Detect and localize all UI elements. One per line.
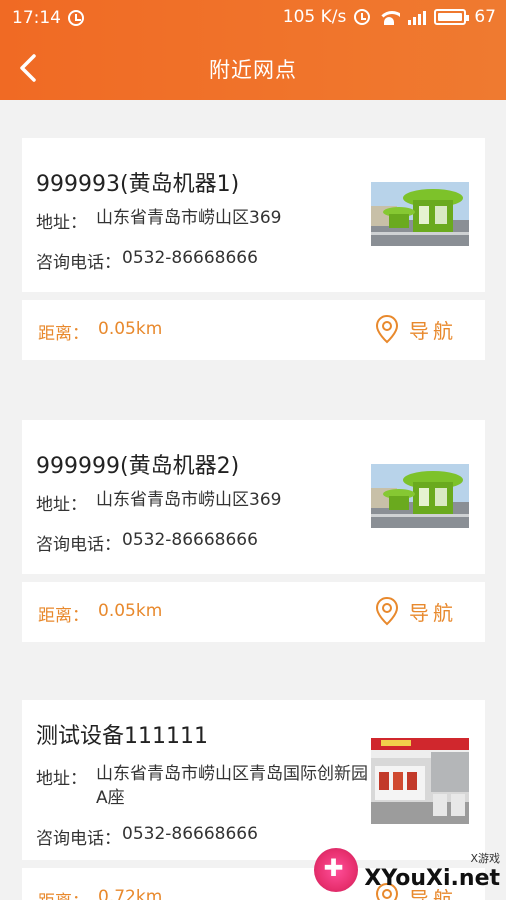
alarm-icon [354,9,371,25]
watermark: X游戏 XYouXi.net [314,848,500,892]
station-address: 山东省青岛市崂山区369 [96,490,282,510]
distance-label: 距离： [38,887,89,900]
address-label: 地址： [36,769,87,789]
navigate-button[interactable]: 导航 [375,314,457,344]
station-card[interactable]: 999999(黄岛机器2) 地址： 山东省青岛市崂山区369 咨询电话： 053… [22,420,485,574]
battery-icon [434,9,470,25]
page-title: 附近网点 [209,58,297,82]
status-bar: 17:14 105 K/s 67 [0,0,506,36]
green-kiosk-photo [371,464,469,528]
distance-value: 0.05km [98,319,163,339]
station-name: 999993(黄岛机器1) [36,172,240,197]
signal-icon [408,9,427,25]
station-footer: 距离： 0.05km 导航 [22,300,485,360]
distance-label: 距离： [38,606,89,626]
watermark-logo-icon [314,848,359,892]
battery-level: 67 [474,7,496,27]
station-phone[interactable]: 0532-86668666 [122,530,258,550]
address-label: 地址： [36,213,87,233]
address-label: 地址： [36,495,87,515]
navigate-button[interactable]: 导航 [375,596,457,626]
phone-label: 咨询电话： [36,829,121,849]
distance-value: 0.05km [98,601,163,621]
network-speed: 105 K/s [282,7,347,27]
navigate-label: 导航 [409,600,457,625]
distance-label: 距离： [38,324,89,344]
watermark-small-text: X游戏 [470,851,500,865]
location-pin-icon [375,314,399,344]
status-time: 17:14 [12,8,61,28]
gas-station-photo [371,738,469,824]
station-address: 山东省青岛市崂山区青岛国际创新园A座 [96,764,368,808]
station-footer: 距离： 0.05km 导航 [22,582,485,642]
watermark-big-text: XYouXi.net [364,865,500,891]
station-name: 测试设备111111 [36,724,208,749]
station-phone[interactable]: 0532-86668666 [122,248,258,268]
clock-icon [68,10,84,26]
distance-value: 0.72km [98,887,163,900]
station-card[interactable]: 测试设备111111 地址： 山东省青岛市崂山区青岛国际创新园A座 咨询电话： … [22,700,485,860]
station-phone[interactable]: 0532-86668666 [122,824,258,844]
phone-label: 咨询电话： [36,535,121,555]
station-name: 999999(黄岛机器2) [36,454,240,479]
location-pin-icon [375,596,399,626]
title-bar: 附近网点 [0,36,506,100]
navigate-label: 导航 [409,318,457,343]
green-kiosk-photo [371,182,469,246]
station-address: 山东省青岛市崂山区369 [96,208,282,228]
phone-label: 咨询电话： [36,253,121,273]
station-card[interactable]: 999993(黄岛机器1) 地址： 山东省青岛市崂山区369 咨询电话： 053… [22,138,485,292]
wifi-icon [378,9,401,25]
